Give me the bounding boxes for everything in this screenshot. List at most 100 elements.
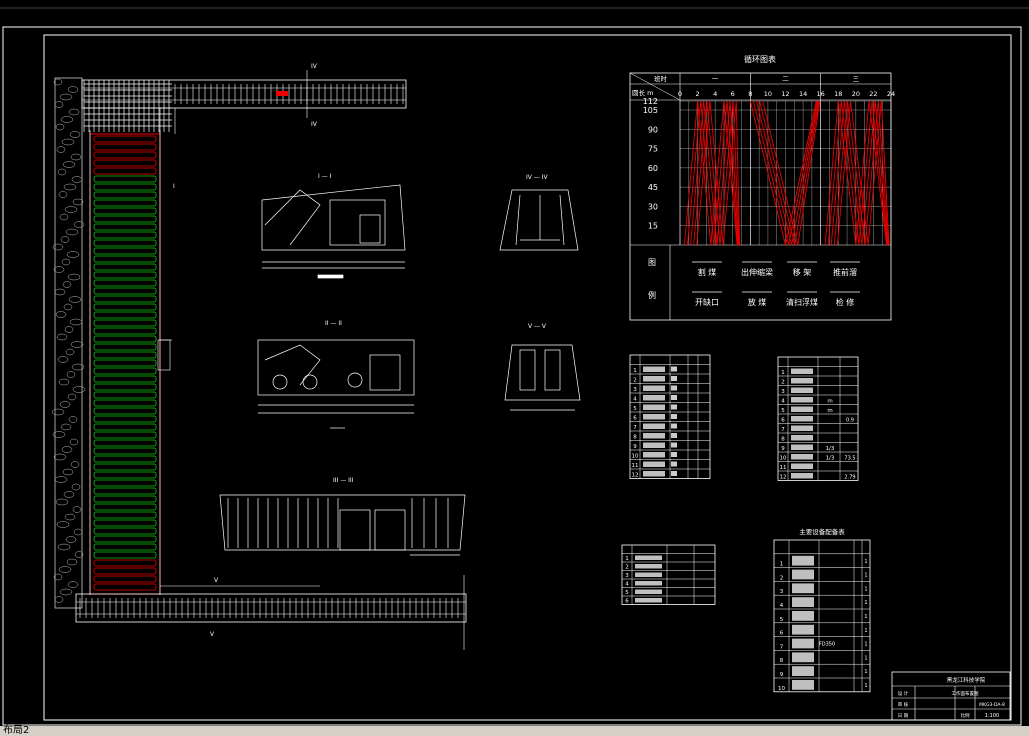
table-row-number: 5 (780, 617, 784, 623)
face-marker-i: I (173, 183, 175, 190)
green-support (93, 271, 157, 279)
cycle-curve (759, 100, 820, 246)
table-cell-block (791, 463, 813, 469)
green-support (93, 495, 157, 503)
table-value: 73.5 (844, 456, 855, 462)
table-unit: 1/3 (826, 446, 835, 452)
rock-cell (54, 596, 64, 603)
hour-tick-label: 6 (731, 90, 735, 98)
table-row-number: 5 (781, 408, 785, 414)
green-support (93, 431, 157, 439)
rock-cell (68, 416, 78, 423)
red-support (93, 135, 157, 143)
table-row-number: 6 (625, 599, 629, 605)
y-tick-label: 30 (648, 202, 658, 211)
table-row-number: 3 (633, 387, 637, 393)
equipment-qty: 1 (864, 573, 867, 579)
red-support (93, 583, 157, 591)
table-row-number: 8 (780, 658, 784, 664)
rock-cell (69, 318, 83, 326)
rock-cell (60, 423, 72, 431)
hour-tick-label: 12 (781, 90, 789, 98)
equipment-qty: 1 (864, 669, 867, 675)
equipment-qty: 1 (864, 628, 867, 634)
green-support (93, 415, 157, 423)
outer-frame (2, 26, 1022, 726)
layout-tab-2[interactable]: 布局2 (3, 726, 29, 736)
rock-cell (57, 356, 69, 363)
green-support (93, 263, 157, 271)
rock-cell (59, 588, 73, 596)
legend-title-bottom: 例 (648, 290, 656, 300)
bottom-roadway (75, 593, 467, 623)
rock-cell (73, 221, 85, 228)
green-support (93, 519, 157, 527)
green-support (93, 351, 157, 359)
table-frame (773, 539, 871, 693)
title-row-label-3: 日 期 (898, 713, 909, 719)
table-cell-block (671, 423, 677, 429)
table-row-number: 8 (633, 435, 637, 441)
red-support (93, 559, 157, 567)
hour-tick-label: 18 (834, 90, 842, 98)
cycle-curve (752, 100, 818, 246)
green-support (93, 455, 157, 463)
rock-cell (72, 506, 82, 513)
table-cell-block (635, 598, 662, 603)
layout-tab-bar[interactable]: 布局2 (0, 726, 1029, 736)
title-drawing-name: 工作面布置图 (952, 690, 979, 697)
green-support (93, 391, 157, 399)
table-cell-block (792, 555, 814, 566)
hour-tick-label: 4 (713, 90, 717, 98)
table-row-number: 2 (781, 380, 785, 386)
rock-cell (62, 468, 74, 476)
legend-item-label: 割 煤 (698, 267, 717, 277)
table-row-number: 10 (780, 456, 787, 462)
section-marker-iv-top: IV (311, 63, 318, 70)
section-iv-drawing: IV — IV (499, 174, 579, 251)
table-cell-block (671, 414, 677, 419)
rock-cell (66, 251, 80, 258)
rock-cell (65, 536, 77, 543)
green-support (93, 359, 157, 367)
rock-cell (64, 206, 78, 213)
table-cell-block (635, 589, 662, 594)
red-support (93, 159, 157, 167)
table-cell-block (671, 433, 677, 438)
red-support (93, 567, 157, 575)
section-v-label: V — V (528, 323, 547, 330)
green-support (93, 247, 157, 255)
green-support (93, 439, 157, 447)
table-row-number: 9 (780, 672, 784, 678)
section-ii-label: II — II (325, 320, 342, 327)
y-tick-label: 75 (648, 145, 658, 154)
green-support (93, 543, 157, 551)
title-drawing-no: MKG3-DA-8 (979, 702, 1005, 708)
rock-cell (65, 228, 79, 236)
rock-cell (60, 236, 70, 243)
table-value: 2.79 (844, 475, 855, 481)
table-row-number: 4 (625, 582, 629, 588)
rock-cell (72, 198, 84, 206)
green-support (93, 327, 157, 335)
section-v-drawing: V — V (504, 323, 581, 411)
table-row-number: 12 (632, 473, 639, 479)
cad-drawing-canvas[interactable]: IV IV I V V I — I II — II III — III IV —… (0, 0, 1029, 736)
hour-tick-label: 20 (852, 90, 860, 98)
table-cell-block (791, 368, 813, 374)
table-row-number: 11 (780, 465, 787, 471)
legend-item-label: 出伸缩梁 (741, 267, 773, 277)
green-support (93, 471, 157, 479)
red-support (93, 167, 157, 175)
rock-cell (59, 93, 73, 101)
table-unit: m (827, 399, 832, 405)
section-marker-v-bottom: V (210, 631, 215, 638)
hour-tick-label: 24 (887, 90, 895, 98)
table-cell-block (643, 385, 665, 391)
hour-tick-label: 14 (799, 90, 807, 98)
hour-tick-label: 10 (764, 90, 772, 98)
y-tick-label: 105 (643, 106, 658, 115)
legend-item-label: 清扫浮煤 (786, 297, 818, 307)
cycle-header-top: 班时 (654, 74, 668, 83)
equipment-qty: 1 (864, 655, 867, 661)
